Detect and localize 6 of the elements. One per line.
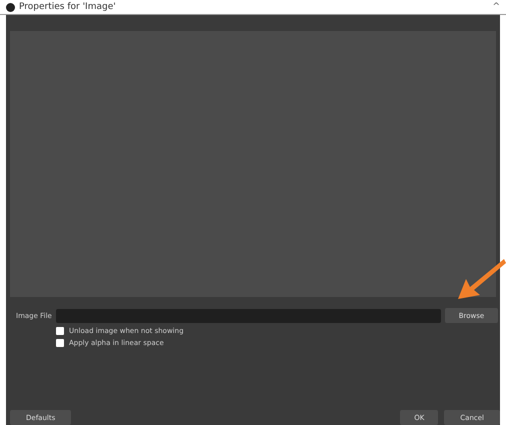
window-title: Properties for 'Image' [19,2,116,12]
collapse-button[interactable]: ^ [492,2,500,12]
image-file-field[interactable] [56,308,441,322]
app-logo-icon [6,2,15,12]
checkbox[interactable] [56,339,64,347]
checkbox[interactable] [56,327,64,335]
